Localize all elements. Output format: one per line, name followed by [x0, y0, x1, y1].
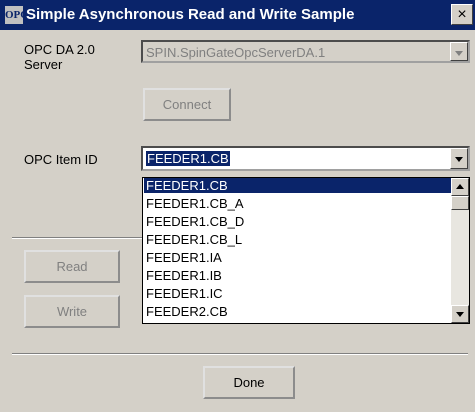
- scroll-thumb[interactable]: [451, 196, 469, 210]
- done-button[interactable]: Done: [203, 366, 295, 399]
- list-item[interactable]: FEEDER1.IB: [146, 268, 222, 283]
- separator: [12, 237, 142, 239]
- title-bar[interactable]: OPC Simple Asynchronous Read and Write S…: [0, 0, 475, 30]
- close-button[interactable]: ×: [451, 4, 473, 25]
- server-dropdown[interactable]: SPIN.SpinGateOpcServerDA.1: [141, 40, 470, 63]
- list-item[interactable]: FEEDER1.IA: [146, 250, 222, 265]
- chevron-down-icon[interactable]: [450, 42, 468, 61]
- app-icon: OPC: [5, 6, 28, 24]
- item-id-value: FEEDER1.CB: [146, 151, 230, 166]
- scroll-down-icon[interactable]: [451, 305, 469, 323]
- server-label: OPC DA 2.0 Server: [24, 42, 95, 72]
- write-button[interactable]: Write: [24, 295, 120, 328]
- scroll-up-icon[interactable]: [451, 178, 469, 196]
- read-button[interactable]: Read: [24, 250, 120, 283]
- item-id-dropdown-list[interactable]: FEEDER1.CB FEEDER1.CB_A FEEDER1.CB_D FEE…: [142, 177, 470, 324]
- dialog-window: OPC Simple Asynchronous Read and Write S…: [0, 0, 475, 412]
- server-value: SPIN.SpinGateOpcServerDA.1: [146, 45, 326, 60]
- separator: [12, 353, 468, 355]
- list-item[interactable]: FEEDER1.CB_D: [146, 214, 244, 229]
- list-item[interactable]: FEEDER1.IC: [146, 286, 223, 301]
- window-title: Simple Asynchronous Read and Write Sampl…: [26, 6, 355, 23]
- list-scrollbar[interactable]: [451, 178, 469, 323]
- item-id-combobox[interactable]: FEEDER1.CB: [141, 146, 470, 171]
- list-item[interactable]: FEEDER1.CB_A: [146, 196, 244, 211]
- list-item[interactable]: FEEDER1.CB: [144, 178, 452, 193]
- chevron-down-icon[interactable]: [450, 148, 468, 169]
- item-id-label: OPC Item ID: [24, 152, 98, 167]
- connect-button[interactable]: Connect: [143, 88, 231, 121]
- list-item[interactable]: FEEDER1.CB_L: [146, 232, 242, 247]
- list-item[interactable]: FEEDER2.CB: [146, 304, 228, 319]
